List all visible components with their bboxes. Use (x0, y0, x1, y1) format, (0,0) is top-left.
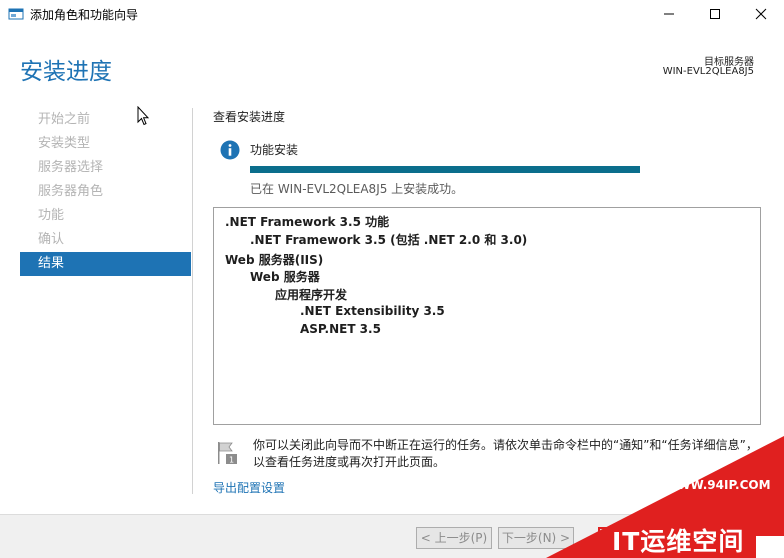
install-progress-fill (250, 166, 640, 173)
page-title: 安装进度 (20, 59, 112, 85)
export-configuration-link[interactable]: 导出配置设置 (213, 479, 285, 496)
install-status-text: 功能安装 (250, 143, 299, 157)
window-title: 添加角色和功能向导 (30, 8, 139, 22)
nav-step-server-selection: 服务器选择 (38, 160, 104, 175)
wizard-steps-nav: 开始之前 安装类型 服务器选择 服务器角色 功能 确认 结果 (20, 108, 191, 276)
nav-step-before-you-begin: 开始之前 (38, 112, 91, 127)
feature-item: 应用程序开发 (275, 288, 348, 302)
maximize-button[interactable] (692, 0, 738, 28)
nav-step-installation-type: 安装类型 (38, 136, 91, 151)
nav-step-server-roles: 服务器角色 (38, 184, 104, 199)
minimize-button[interactable] (646, 0, 692, 28)
previous-button[interactable]: < 上一步(P) (416, 527, 492, 549)
watermark-url: WWW.94IP.COM (664, 478, 771, 492)
feature-item: .NET Framework 3.5 功能 (225, 215, 390, 229)
wizard-header: 安装进度 目标服务器 WIN-EVL2QLEA8J5 (0, 28, 784, 100)
close-icon (755, 8, 767, 20)
nav-step-results[interactable]: 结果 (20, 252, 191, 276)
install-success-message: 已在 WIN-EVL2QLEA8J5 上安装成功。 (250, 182, 464, 196)
nav-divider (192, 108, 193, 494)
maximize-icon (710, 9, 720, 19)
feature-item: Web 服务器 (250, 270, 320, 284)
section-label: 查看安装进度 (213, 110, 286, 124)
destination-server-name: WIN-EVL2QLEA8J5 (662, 66, 754, 77)
feature-item: ASP.NET 3.5 (300, 322, 381, 336)
title-bar: 添加角色和功能向导 (0, 0, 784, 28)
nav-step-confirmation: 确认 (38, 232, 65, 247)
installed-features-list[interactable]: .NET Framework 3.5 功能 .NET Framework 3.5… (213, 207, 761, 425)
svg-text:1: 1 (229, 456, 234, 465)
minimize-icon (664, 13, 674, 15)
close-window-button[interactable] (738, 0, 784, 28)
server-manager-icon (8, 8, 24, 20)
mouse-cursor-icon (137, 106, 149, 126)
feature-item: .NET Extensibility 3.5 (300, 304, 445, 318)
install-progress-bar (250, 166, 640, 173)
feature-item: Web 服务器(IIS) (225, 253, 324, 267)
flag-icon: 1 (218, 442, 237, 465)
watermark-name: IT运维空间 (612, 527, 745, 556)
info-icon (220, 140, 240, 160)
feature-item: .NET Framework 3.5 (包括 .NET 2.0 和 3.0) (250, 233, 528, 247)
nav-step-features: 功能 (38, 208, 65, 223)
